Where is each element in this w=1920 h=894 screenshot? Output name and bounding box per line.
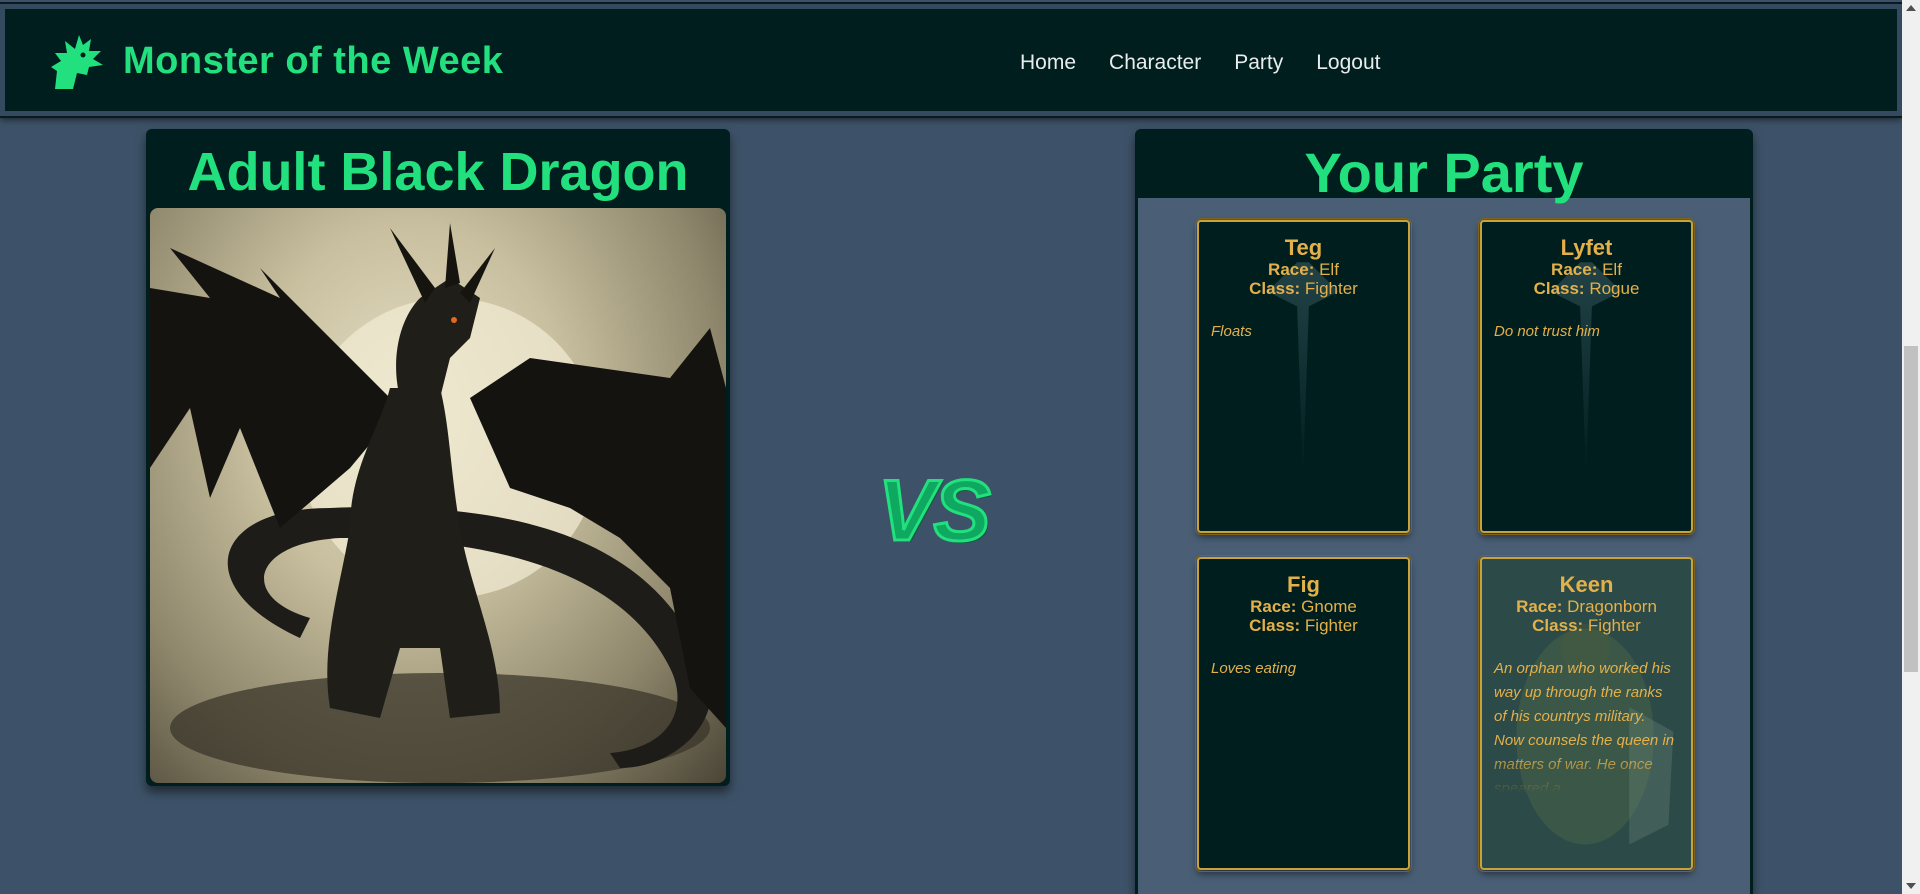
character-description: Do not trust him [1494, 323, 1600, 340]
scroll-up-icon[interactable] [1906, 5, 1916, 11]
monster-card: Adult Black Dragon [146, 129, 730, 786]
character-class: Class: Fighter [1199, 279, 1408, 298]
scroll-down-icon[interactable] [1906, 883, 1916, 889]
character-name: Fig [1287, 572, 1320, 597]
brand-title: Monster of the Week [123, 39, 504, 82]
character-name: Teg [1284, 235, 1323, 260]
character-card-lyfet[interactable]: Lyfet Race: Elf Class: Rogue Do not trus… [1478, 218, 1695, 535]
page-scrollbar[interactable] [1902, 0, 1920, 894]
nav-home-link[interactable]: Home [1020, 51, 1076, 75]
monster-name: Adult Black Dragon [187, 142, 689, 202]
character-card-keen[interactable]: Keen Race: Dragonborn Class: Fighter An … [1478, 555, 1695, 872]
race-label: Race: [1250, 597, 1297, 616]
character-name: Lyfet [1560, 235, 1613, 260]
character-class: Class: Fighter [1482, 616, 1691, 635]
navbar: Monster of the Week Home Character Party… [0, 4, 1902, 116]
party-title: Your Party [1304, 141, 1584, 204]
class-value: Fighter [1587, 616, 1641, 635]
character-info: Lyfet Race: Elf Class: Rogue Do not trus… [1482, 222, 1691, 344]
class-label: Class: [1532, 616, 1584, 635]
race-label: Race: [1551, 260, 1598, 279]
character-description: Floats [1211, 323, 1252, 340]
character-card-fig[interactable]: Fig Race: Gnome Class: Fighter Loves eat… [1195, 555, 1412, 872]
race-label: Race: [1516, 597, 1563, 616]
race-label: Race: [1268, 260, 1315, 279]
black-dragon-image-icon [150, 223, 726, 783]
character-description: An orphan who worked his way up through … [1494, 660, 1675, 793]
character-name: Keen [1559, 572, 1614, 597]
dragon-head-logo-icon [51, 35, 103, 89]
character-info: Fig Race: Gnome Class: Fighter Loves eat… [1199, 559, 1408, 681]
race-value: Dragonborn [1567, 597, 1657, 616]
character-description: Loves eating [1211, 660, 1297, 677]
nav-links: Home Character Party Logout [1020, 51, 1413, 75]
nav-character-link[interactable]: Character [1109, 51, 1201, 75]
race-value: Elf [1602, 260, 1622, 279]
character-race: Race: Gnome [1199, 597, 1408, 616]
party-header: Your Party [1138, 132, 1750, 204]
class-label: Class: [1533, 279, 1585, 298]
nav-party-link[interactable]: Party [1234, 51, 1283, 75]
character-race: Race: Dragonborn [1482, 597, 1691, 616]
character-class: Class: Rogue [1482, 279, 1691, 298]
vs-label: VS [877, 462, 993, 561]
race-value: Elf [1319, 260, 1339, 279]
class-value: Fighter [1304, 279, 1358, 298]
character-card-teg[interactable]: Teg Race: Elf Class: Fighter Floats [1195, 218, 1412, 535]
nav-logout-link[interactable]: Logout [1316, 51, 1380, 75]
race-value: Gnome [1301, 597, 1357, 616]
class-label: Class: [1249, 616, 1301, 635]
class-label: Class: [1249, 279, 1301, 298]
character-class: Class: Fighter [1199, 616, 1408, 635]
brand[interactable]: Monster of the Week [47, 31, 503, 91]
character-race: Race: Elf [1482, 260, 1691, 279]
character-race: Race: Elf [1199, 260, 1408, 279]
monster-image [150, 208, 726, 783]
character-info: Teg Race: Elf Class: Fighter Floats [1199, 222, 1408, 344]
character-info: Keen Race: Dragonborn Class: Fighter An … [1482, 559, 1691, 794]
class-value: Rogue [1589, 279, 1640, 298]
class-value: Fighter [1304, 616, 1358, 635]
scroll-thumb[interactable] [1904, 346, 1918, 672]
